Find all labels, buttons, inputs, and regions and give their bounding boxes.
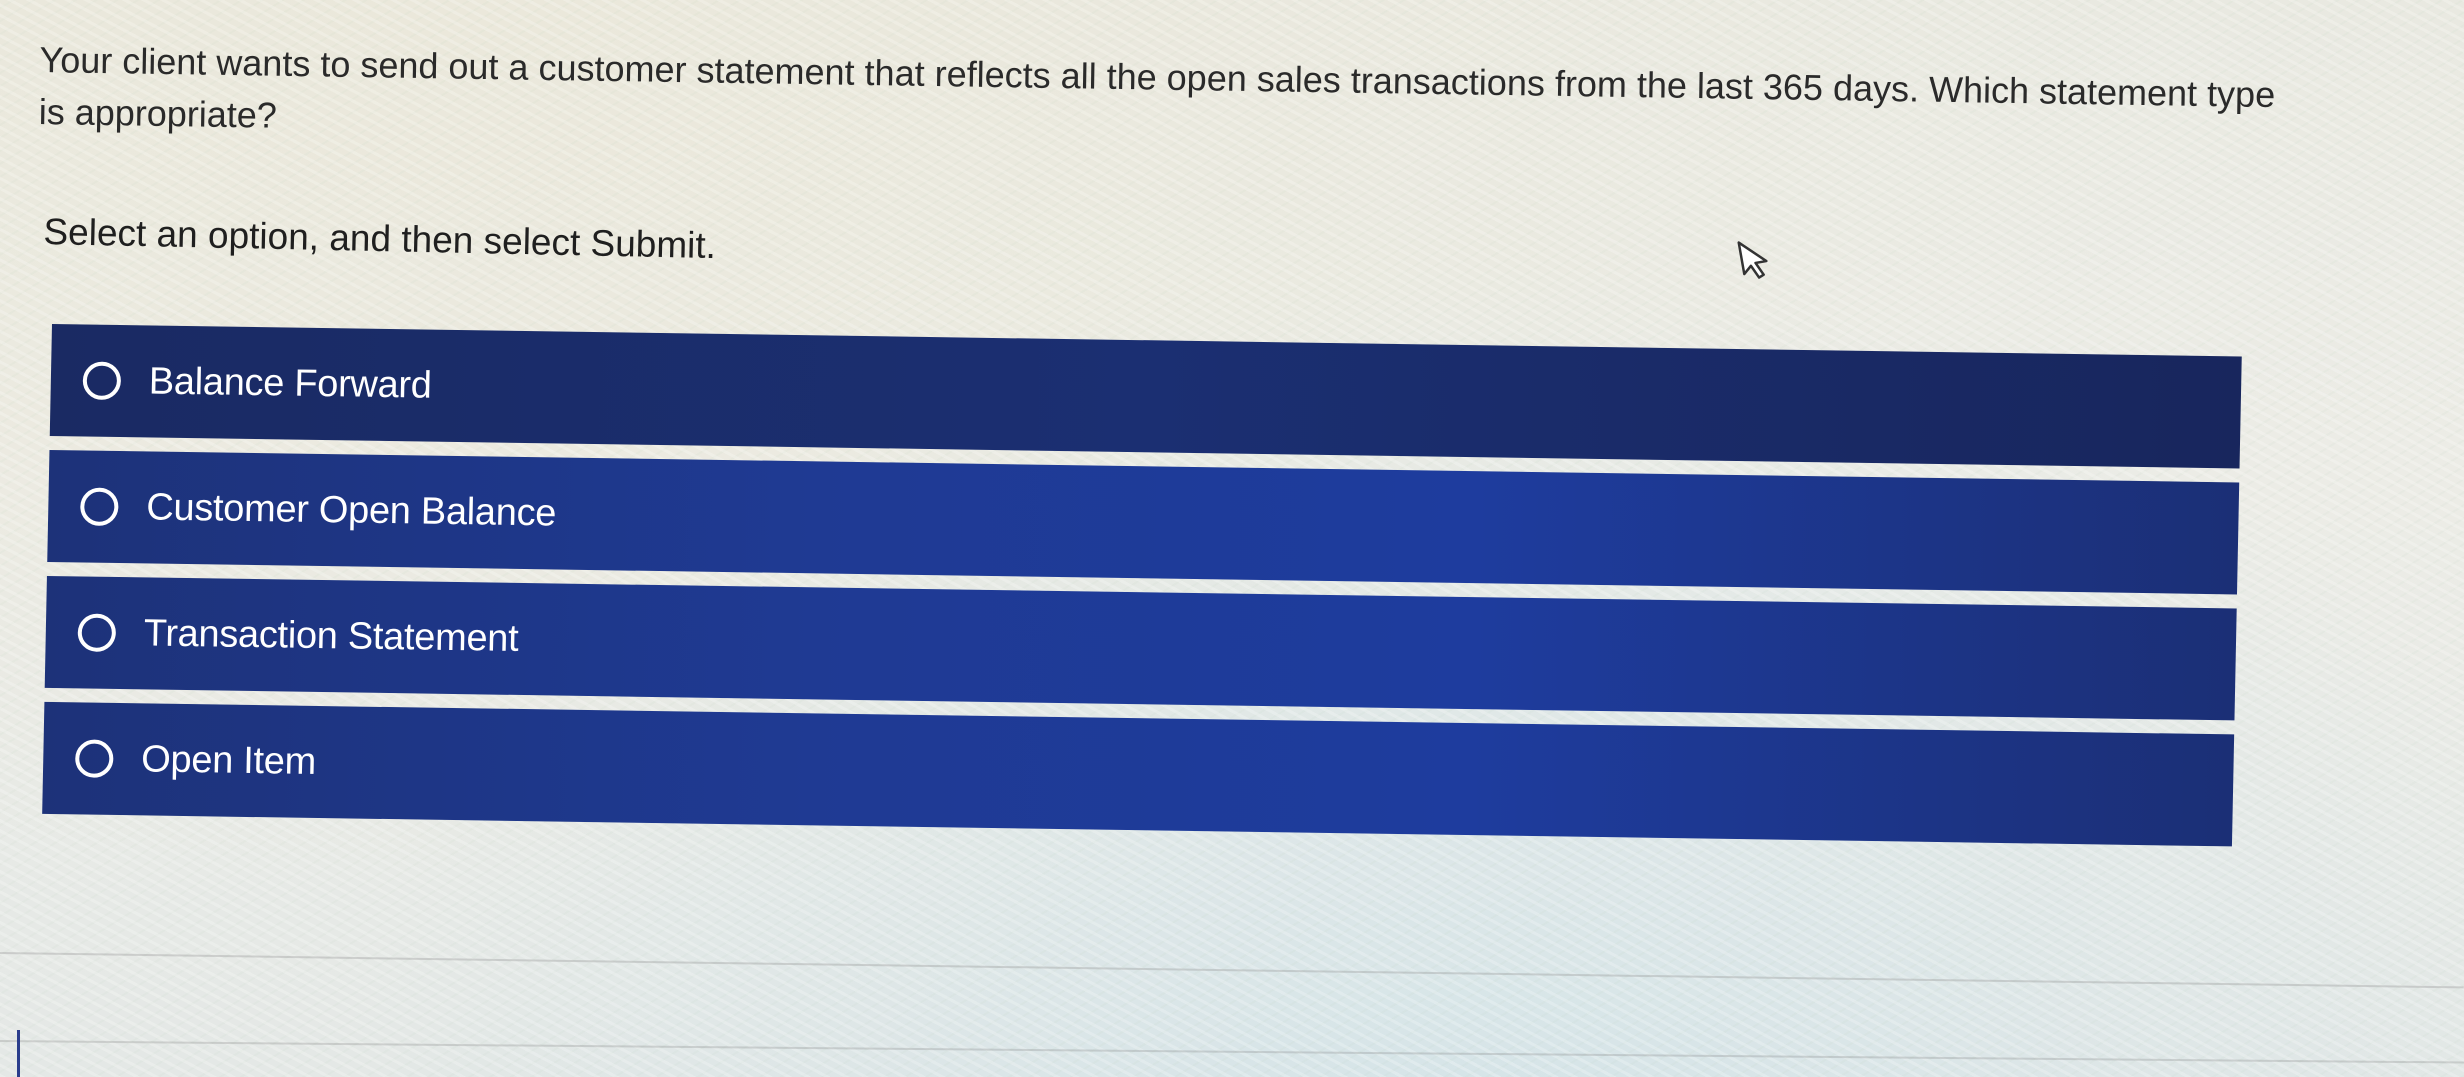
option-label: Balance Forward	[148, 359, 433, 407]
answer-options-group: Balance Forward Customer Open Balance Tr…	[42, 324, 2242, 860]
edge-marker	[0, 1030, 20, 1077]
option-label: Open Item	[140, 737, 317, 783]
radio-unchecked-icon[interactable]	[79, 487, 119, 527]
quiz-question-panel: Your client wants to send out a customer…	[0, 0, 2464, 1077]
option-customer-open-balance[interactable]: Customer Open Balance	[47, 449, 2240, 595]
pointer-cursor-icon	[1737, 241, 1768, 279]
section-divider	[0, 1040, 2464, 1064]
section-divider	[0, 952, 2464, 989]
instruction-text: Select an option, and then select Submit…	[43, 210, 717, 267]
option-open-item[interactable]: Open Item	[42, 701, 2235, 847]
radio-unchecked-icon[interactable]	[77, 613, 117, 652]
option-label: Transaction Statement	[143, 611, 519, 660]
option-transaction-statement[interactable]: Transaction Statement	[44, 575, 2237, 721]
radio-unchecked-icon[interactable]	[74, 739, 114, 778]
question-text: Your client wants to send out a customer…	[38, 38, 2276, 136]
option-balance-forward[interactable]: Balance Forward	[49, 324, 2242, 469]
option-label: Customer Open Balance	[145, 485, 557, 534]
radio-unchecked-icon[interactable]	[82, 361, 122, 401]
